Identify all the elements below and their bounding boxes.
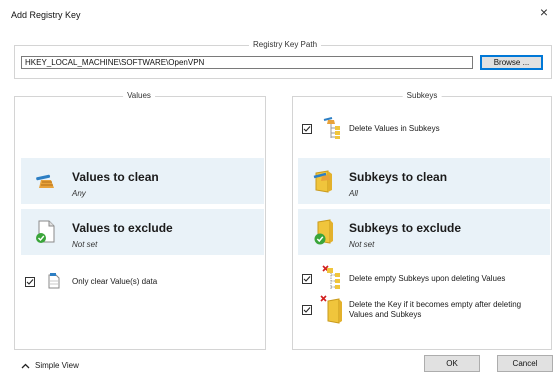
delete-key-if-empty-label-line1: Delete the Key if it becomes empty after… [349, 300, 522, 309]
only-clear-checkbox[interactable] [25, 277, 35, 287]
delete-empty-subkeys-label: Delete empty Subkeys upon deleting Value… [349, 274, 506, 283]
registry-path-input[interactable] [21, 56, 473, 69]
document-check-icon [35, 219, 57, 245]
values-group-label: Values [123, 91, 155, 100]
delete-key-if-empty-checkbox[interactable] [302, 305, 312, 315]
values-to-exclude-card[interactable]: Values to exclude Not set [21, 209, 264, 255]
only-clear-icon [47, 272, 61, 290]
close-icon[interactable]: × [536, 4, 552, 20]
browse-button[interactable]: Browse ... [480, 55, 543, 70]
delete-values-in-subkeys-label: Delete Values in Subkeys [349, 124, 440, 133]
subkeys-to-clean-subtitle: All [349, 189, 358, 198]
values-to-exclude-subtitle: Not set [72, 240, 98, 249]
delete-key-if-empty-label-line2: Values and Subkeys [349, 310, 422, 319]
only-clear-label: Only clear Value(s) data [72, 277, 158, 286]
delete-values-in-subkeys-checkbox[interactable] [302, 124, 312, 134]
subkeys-to-clean-title: Subkeys to clean [349, 170, 448, 184]
broom-icon [35, 170, 57, 192]
values-to-clean-card[interactable]: Values to clean Any [21, 158, 264, 204]
values-to-clean-subtitle: Any [72, 189, 86, 198]
registry-path-label: Registry Key Path [248, 40, 322, 49]
ok-button[interactable]: OK [424, 355, 480, 372]
subkeys-to-exclude-card[interactable]: Subkeys to exclude Not set [298, 209, 550, 255]
values-to-exclude-title: Values to exclude [72, 221, 173, 235]
subkeys-to-exclude-subtitle: Not set [349, 240, 375, 249]
window-title: Add Registry Key [11, 10, 81, 20]
simple-view-link[interactable]: Simple View [35, 361, 79, 370]
subkeys-to-clean-card[interactable]: Subkeys to clean All [298, 158, 550, 204]
subkeys-to-exclude-title: Subkeys to exclude [349, 221, 462, 235]
subkey-tree-broom-icon [322, 116, 342, 140]
cancel-button[interactable]: Cancel [497, 355, 553, 372]
delete-empty-subkeys-checkbox[interactable] [302, 274, 312, 284]
folder-check-icon [313, 218, 335, 246]
subkey-tree-delete-icon [322, 265, 342, 291]
folder-delete-icon [320, 295, 344, 325]
subkeys-group-label: Subkeys [402, 91, 442, 100]
values-to-clean-title: Values to clean [72, 170, 159, 184]
chevron-up-icon[interactable] [21, 362, 30, 369]
folder-broom-icon [313, 168, 335, 194]
